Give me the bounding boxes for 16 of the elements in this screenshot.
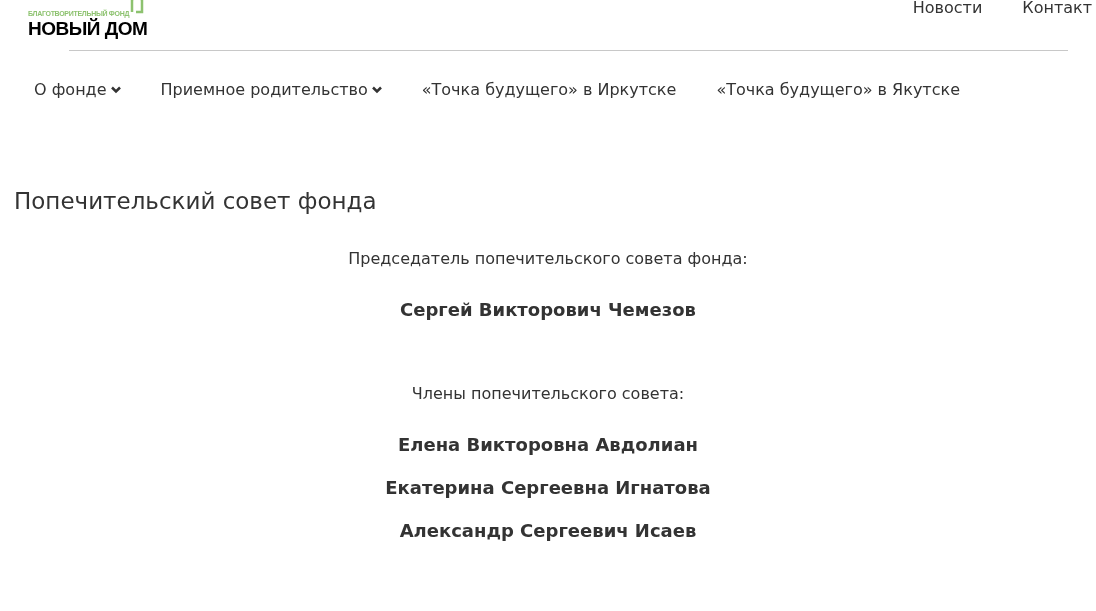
page-heading: Попечительский совет фонда (13, 190, 378, 213)
member-name: Екатерина Сергеевна Игнатова (385, 478, 711, 498)
member-name: Александр Сергеевич Исаев (399, 521, 697, 541)
logo-name[interactable]: НОВЫЙ ДОМ (28, 18, 150, 40)
menu-item[interactable]: Приемное родительство (160, 78, 382, 102)
chevron-down-icon (371, 86, 382, 94)
menu-item[interactable]: «Точка будущего» в Иркутске (421, 78, 677, 102)
nav-link[interactable]: Новости (912, 0, 983, 20)
section-caption: Председатель попечительского совета фонда: (348, 251, 748, 267)
member-name: Сергей Викторович Чемезов (400, 300, 696, 320)
section-caption: Члены попечительского совета: (411, 386, 685, 402)
menu-item[interactable]: «Точка будущего» в Якутске (716, 78, 960, 102)
menu-item[interactable]: О фонде (34, 78, 121, 102)
nav-link[interactable]: Контакт (1022, 0, 1092, 20)
chevron-down-icon (110, 86, 121, 94)
member-name: Елена Викторовна Авдолиан (398, 435, 698, 455)
